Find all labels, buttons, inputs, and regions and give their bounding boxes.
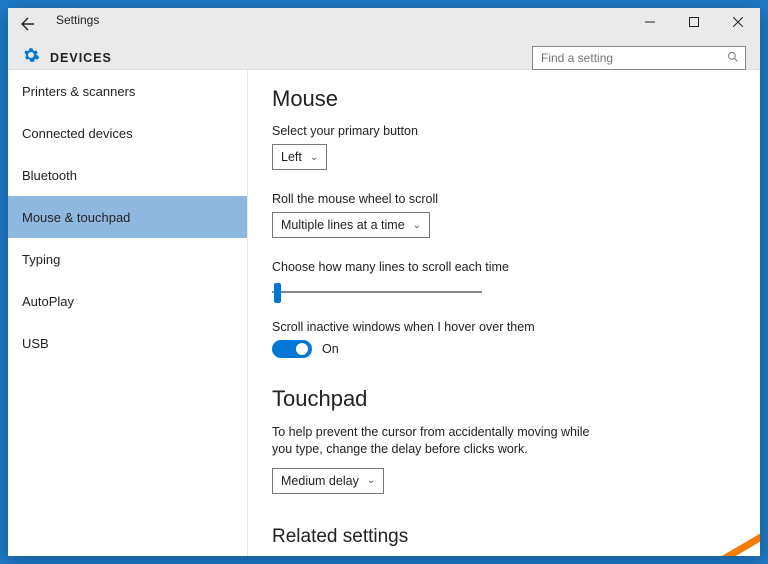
sidebar: Printers & scanners Connected devices Bl… xyxy=(8,70,248,556)
sidebar-item-label: Mouse & touchpad xyxy=(22,210,130,225)
arrow-left-icon xyxy=(20,16,36,32)
close-icon xyxy=(733,17,743,27)
inactive-scroll-toggle[interactable] xyxy=(272,340,312,358)
titlebar: Settings DEVICES xyxy=(8,8,760,70)
section-label: DEVICES xyxy=(50,51,112,65)
sidebar-item-bluetooth[interactable]: Bluetooth xyxy=(8,154,247,196)
touchpad-heading: Touchpad xyxy=(272,386,732,412)
primary-button-select[interactable]: Left ⌄ xyxy=(272,144,327,170)
scroll-lines-slider[interactable] xyxy=(272,280,482,304)
close-button[interactable] xyxy=(716,8,760,36)
sidebar-item-connected-devices[interactable]: Connected devices xyxy=(8,112,247,154)
search-box[interactable] xyxy=(532,46,746,70)
touchpad-delay-value: Medium delay xyxy=(281,474,359,488)
content-pane: Mouse Select your primary button Left ⌄ … xyxy=(248,70,760,556)
maximize-icon xyxy=(689,17,699,27)
sidebar-item-printers[interactable]: Printers & scanners xyxy=(8,70,247,112)
scroll-lines-label: Choose how many lines to scroll each tim… xyxy=(272,260,732,274)
related-heading: Related settings xyxy=(272,526,732,548)
section-header: DEVICES xyxy=(22,46,112,69)
sidebar-item-label: USB xyxy=(22,336,49,351)
chevron-down-icon: ⌄ xyxy=(367,475,375,486)
scroll-mode-label: Roll the mouse wheel to scroll xyxy=(272,192,732,206)
minimize-button[interactable] xyxy=(628,8,672,36)
search-icon xyxy=(727,51,739,66)
chevron-down-icon: ⌄ xyxy=(310,152,318,163)
scroll-mode-value: Multiple lines at a time xyxy=(281,218,405,232)
sidebar-item-mouse-touchpad[interactable]: Mouse & touchpad xyxy=(8,196,247,238)
sidebar-item-label: Bluetooth xyxy=(22,168,77,183)
sidebar-item-autoplay[interactable]: AutoPlay xyxy=(8,280,247,322)
maximize-button[interactable] xyxy=(672,8,716,36)
slider-thumb[interactable] xyxy=(274,283,281,303)
window-controls xyxy=(628,8,760,36)
inactive-scroll-state: On xyxy=(322,342,339,356)
search-input[interactable] xyxy=(539,50,727,66)
sidebar-item-label: Connected devices xyxy=(22,126,133,141)
window-body: Printers & scanners Connected devices Bl… xyxy=(8,70,760,556)
scroll-mode-select[interactable]: Multiple lines at a time ⌄ xyxy=(272,212,430,238)
sidebar-item-label: Typing xyxy=(22,252,60,267)
slider-track xyxy=(272,291,482,293)
window-title: Settings xyxy=(56,13,99,27)
sidebar-item-usb[interactable]: USB xyxy=(8,322,247,364)
touchpad-help-text: To help prevent the cursor from accident… xyxy=(272,424,592,458)
primary-button-value: Left xyxy=(281,150,302,164)
touchpad-delay-select[interactable]: Medium delay ⌄ xyxy=(272,468,384,494)
inactive-scroll-label: Scroll inactive windows when I hover ove… xyxy=(272,320,732,334)
sidebar-item-label: AutoPlay xyxy=(22,294,74,309)
mouse-heading: Mouse xyxy=(272,86,732,112)
chevron-down-icon: ⌄ xyxy=(413,220,421,231)
gear-icon xyxy=(22,46,40,69)
sidebar-item-label: Printers & scanners xyxy=(22,84,135,99)
sidebar-item-typing[interactable]: Typing xyxy=(8,238,247,280)
minimize-icon xyxy=(645,17,655,27)
toggle-knob xyxy=(296,343,308,355)
back-button[interactable] xyxy=(18,14,38,34)
settings-window: Settings DEVICES Printer xyxy=(8,8,760,556)
primary-button-label: Select your primary button xyxy=(272,124,732,138)
